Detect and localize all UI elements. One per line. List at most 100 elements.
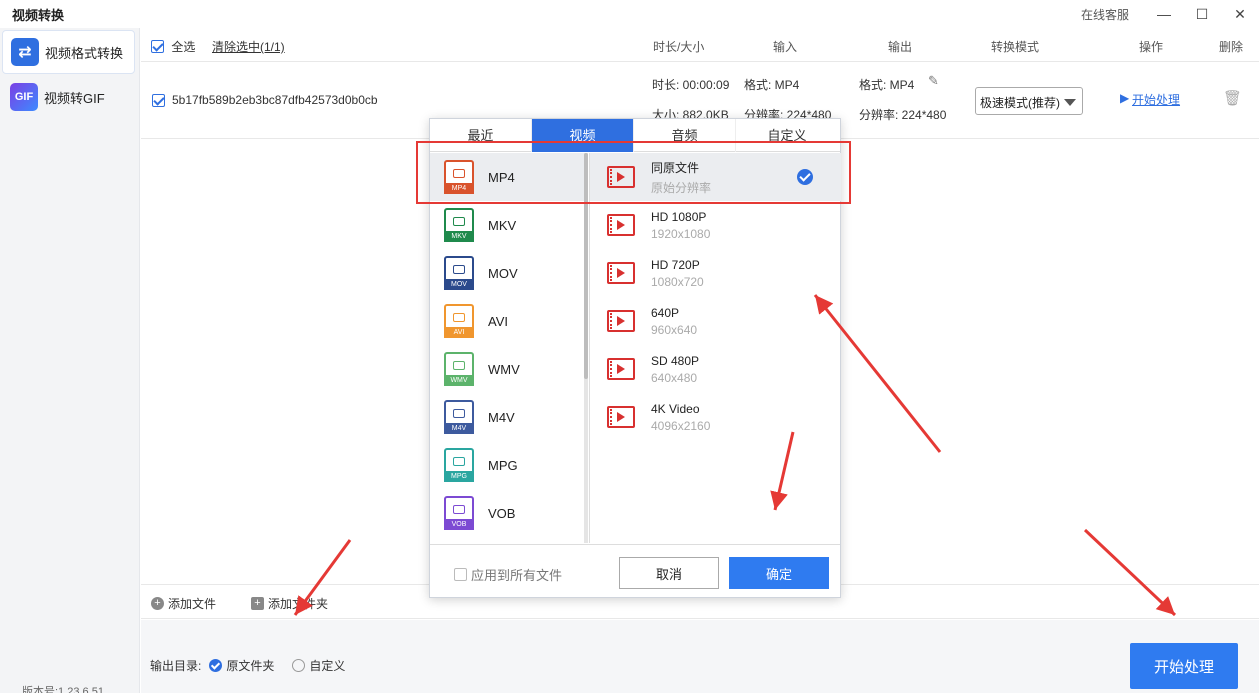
video-file-icon: WMV (444, 352, 474, 386)
start-process-link[interactable]: 开始处理 (1132, 91, 1180, 108)
format-item-m4v[interactable]: M4V M4V (430, 393, 584, 441)
file-list-header: 全选 清除选中(1/1) 时长/大小 输入 输出 转换模式 操作 删除 (141, 30, 1259, 62)
play-icon: ▶ (1120, 91, 1130, 105)
scrollbar-thumb[interactable] (584, 153, 588, 379)
format-label: VOB (488, 505, 516, 521)
format-item-avi[interactable]: AVI AVI (430, 297, 584, 345)
column-input: 输入 (773, 40, 798, 54)
output-resolution: 分辨率: 224*480 (859, 108, 947, 122)
format-picker-popup: 最近 视频 音频 自定义 MP4 MP4 MKV MKV MOV MOV AVI AVI WMV… (429, 118, 841, 598)
resolution-name: SD 480P (651, 353, 700, 368)
output-directory: 输出目录: 原文件夹 自定义 (150, 657, 345, 674)
format-list: MP4 MP4 MKV MKV MOV MOV AVI AVI WMV WMV M4V M4V MPG M… (430, 153, 588, 543)
sidebar-item-video-format-convert[interactable]: ⇄ 视频格式转换 (2, 30, 135, 74)
cancel-button[interactable]: 取消 (619, 557, 719, 589)
format-item-wmv[interactable]: WMV WMV (430, 345, 584, 393)
resolution-size: 1920x1080 (651, 226, 711, 241)
resolution-name: HD 1080P (651, 209, 707, 224)
format-label: MKV (488, 217, 517, 233)
sidebar-item-label: 视频格式转换 (45, 45, 124, 61)
column-output: 输出 (888, 40, 913, 54)
resolution-name: 同原文件 (651, 160, 700, 175)
resolution-item[interactable]: 4K Video 4096x2160 (590, 393, 841, 441)
resolution-item[interactable]: 同原文件 原始分辨率 (590, 153, 841, 201)
option-custom[interactable]: 自定义 (309, 657, 345, 674)
radio-custom[interactable] (292, 659, 306, 672)
resolution-size: 原始分辨率 (651, 180, 712, 195)
convert-mode-select[interactable]: 极速模式(推荐) (975, 87, 1083, 115)
film-play-icon (607, 166, 635, 188)
column-convert-mode: 转换模式 (991, 40, 1040, 54)
folder-plus-icon: + (251, 597, 264, 610)
resolution-size: 4096x2160 (651, 418, 711, 433)
minimize-icon[interactable]: — (1145, 0, 1183, 28)
resolution-item[interactable]: SD 480P 640x480 (590, 345, 841, 393)
format-label: MPG (488, 457, 518, 473)
add-folder-button[interactable]: + 添加文件夹 (251, 595, 328, 612)
format-label: AVI (488, 313, 508, 329)
file-name: 5b17fb589b2eb3bc87dfb42573d0b0cb (172, 93, 378, 107)
radio-original-folder[interactable] (209, 659, 223, 672)
popup-footer: 应用到所有文件 取消 确定 (430, 544, 840, 598)
tab-video[interactable]: 视频 (532, 119, 634, 152)
plus-circle-icon: + (151, 597, 164, 610)
tab-recent[interactable]: 最近 (430, 119, 532, 152)
file-duration: 时长: 00:00:09 (652, 78, 730, 92)
option-original-folder[interactable]: 原文件夹 (226, 657, 274, 674)
format-label: MP4 (488, 169, 515, 185)
film-play-icon (607, 214, 635, 236)
format-item-mpg[interactable]: MPG MPG (430, 441, 584, 489)
resolution-size: 960x640 (651, 322, 698, 337)
confirm-button[interactable]: 确定 (729, 557, 829, 589)
resolution-name: 4K Video (651, 401, 700, 416)
video-file-icon: AVI (444, 304, 474, 338)
clear-selected-link[interactable]: 清除选中(1/1) (212, 38, 285, 55)
video-file-icon: MPG (444, 448, 474, 482)
checkbox-checked-icon (151, 40, 164, 53)
version-label: 版本号:1.23.6.51 (22, 686, 104, 693)
input-format: 格式: MP4 (744, 78, 800, 92)
film-play-icon (607, 310, 635, 332)
format-item-mp4[interactable]: MP4 MP4 (430, 153, 584, 201)
format-item-mkv[interactable]: MKV MKV (430, 201, 584, 249)
format-label: MOV (488, 265, 518, 281)
column-delete: 删除 (1219, 40, 1244, 54)
maximize-icon[interactable]: ☐ (1183, 0, 1221, 28)
sidebar-item-video-to-gif[interactable]: GIF 视频转GIF (2, 75, 135, 119)
checkbox-checked-icon (152, 94, 165, 107)
file-checkbox[interactable] (152, 94, 165, 108)
film-play-icon (607, 262, 635, 284)
close-icon[interactable]: ✕ (1221, 0, 1259, 28)
sidebar: ⇄ 视频格式转换 GIF 视频转GIF 版本号:1.23.6.51 (0, 28, 140, 693)
tab-audio[interactable]: 音频 (634, 119, 736, 152)
format-item-mov[interactable]: MOV MOV (430, 249, 584, 297)
tab-custom[interactable]: 自定义 (736, 119, 838, 152)
resolution-name: HD 720P (651, 257, 700, 272)
select-all-checkbox[interactable]: 全选 (151, 38, 195, 55)
add-file-button[interactable]: + 添加文件 (151, 595, 216, 612)
video-file-icon: MP4 (444, 160, 474, 194)
resolution-size: 1080x720 (651, 274, 704, 289)
checkbox-unchecked-icon (454, 568, 467, 581)
resolution-item[interactable]: 640P 960x640 (590, 297, 841, 345)
column-duration-size: 时长/大小 (653, 40, 705, 54)
online-service-link[interactable]: 在线客服 (1081, 6, 1129, 23)
format-label: M4V (488, 409, 515, 425)
resolution-list: 同原文件原始分辨率 HD 1080P 1920x1080 HD 720P 1080x72… (589, 153, 841, 543)
resolution-item[interactable]: HD 720P 1080x720 (590, 249, 841, 297)
format-tabs: 最近 视频 音频 自定义 (430, 119, 840, 152)
trash-icon[interactable]: 🗑 (1223, 89, 1242, 107)
output-format: 格式: MP4 (859, 78, 915, 92)
gif-icon: GIF (10, 83, 38, 111)
edit-icon[interactable]: ✎ (928, 73, 939, 89)
resolution-item[interactable]: HD 1080P 1920x1080 (590, 201, 841, 249)
sidebar-item-label: 视频转GIF (44, 90, 105, 106)
format-item-vob[interactable]: VOB VOB (430, 489, 584, 537)
column-action: 操作 (1139, 40, 1164, 54)
format-label: WMV (488, 361, 520, 377)
start-process-button[interactable]: 开始处理 (1130, 643, 1238, 689)
check-circle-icon (797, 169, 813, 185)
output-dir-label: 输出目录: (150, 659, 202, 673)
apply-to-all-checkbox[interactable]: 应用到所有文件 (454, 565, 562, 584)
video-file-icon: MKV (444, 208, 474, 242)
